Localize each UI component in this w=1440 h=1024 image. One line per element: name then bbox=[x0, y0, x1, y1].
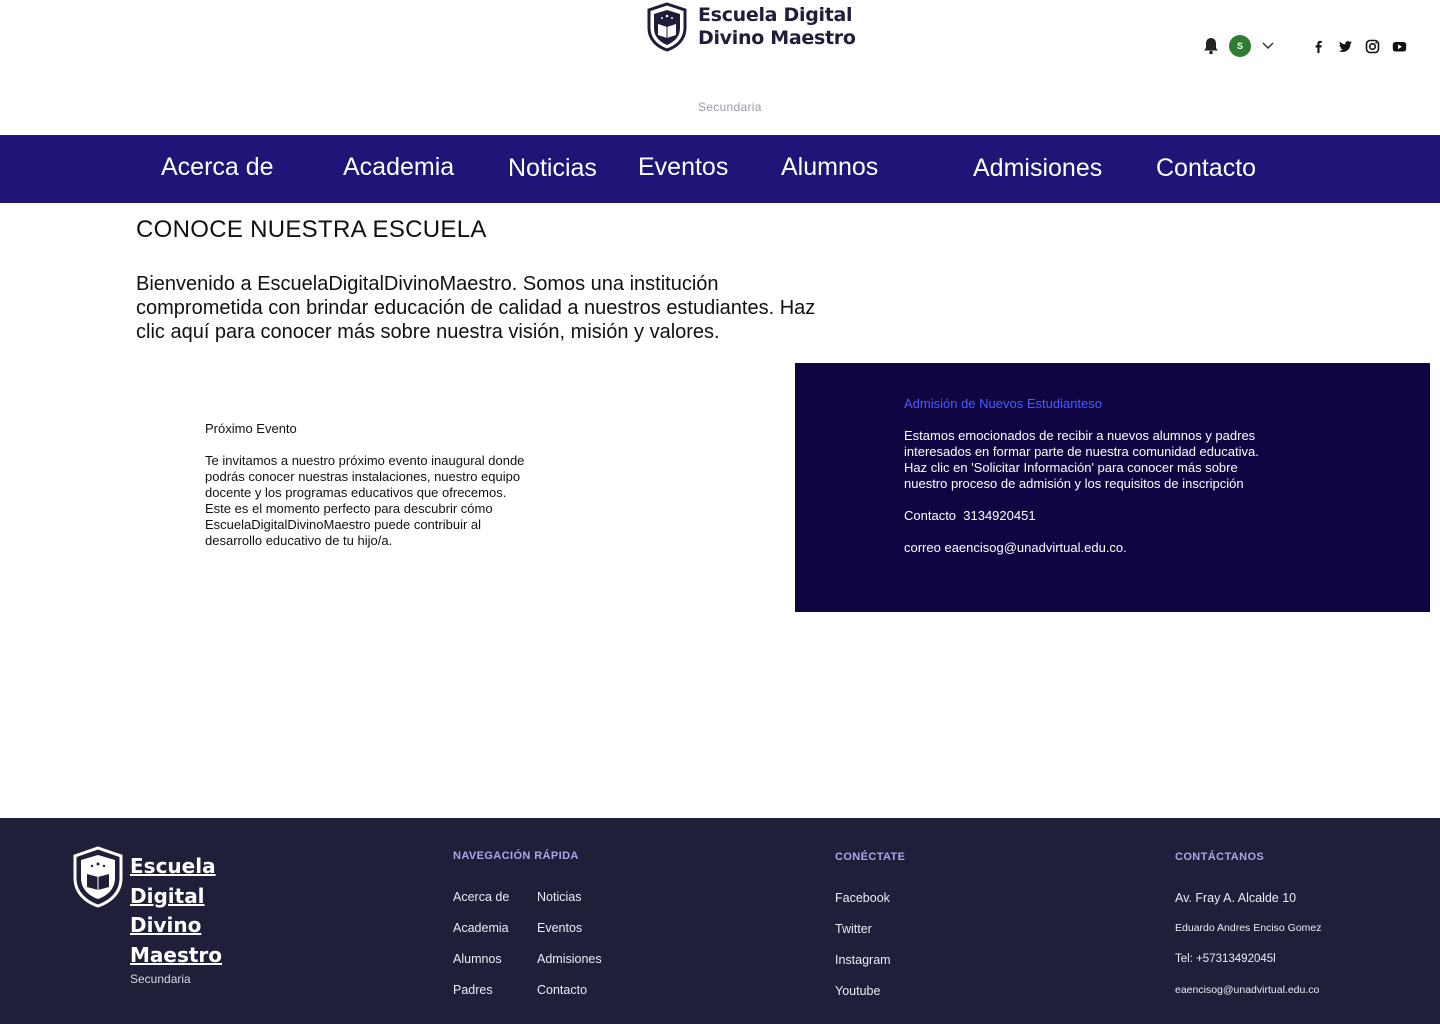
user-area: S bbox=[1203, 35, 1275, 57]
admission-body: Estamos emocionados de recibir a nuevos … bbox=[904, 428, 1259, 491]
footer-link-facebook[interactable]: Facebook bbox=[835, 891, 905, 922]
footer-contact-name: Eduardo Andres Enciso Gomez bbox=[1175, 922, 1322, 934]
nav-item-admisiones[interactable]: Admisiones bbox=[973, 154, 1102, 183]
footer-connect-column: CONÉCTATE Facebook Twitter Instagram You… bbox=[835, 851, 905, 1015]
logo-text: Escuela Digital Divino Maestro bbox=[698, 4, 856, 50]
main-nav: Acerca de Academia Noticias Eventos Alum… bbox=[0, 135, 1440, 203]
nav-item-acerca-de[interactable]: Acerca de bbox=[161, 153, 274, 182]
footer-link-noticias[interactable]: Noticias bbox=[537, 890, 627, 921]
logo-line-1: Escuela Digital bbox=[698, 4, 853, 26]
footer-name-line-1: Escuela bbox=[130, 854, 216, 878]
footer-name-line-4: Maestro bbox=[130, 942, 223, 967]
twitter-icon[interactable] bbox=[1338, 39, 1353, 54]
footer-link-twitter[interactable]: Twitter bbox=[835, 922, 905, 953]
footer-name-line-3: Divino bbox=[130, 913, 202, 937]
footer-link-eventos[interactable]: Eventos bbox=[537, 921, 627, 952]
instagram-icon[interactable] bbox=[1365, 39, 1380, 54]
footer-phone: Tel: +57313492045l bbox=[1175, 953, 1276, 965]
footer-link-contacto[interactable]: Contacto bbox=[537, 983, 627, 1014]
logo-line-2: Divino Maestro bbox=[698, 27, 856, 49]
shield-book-logo-icon bbox=[73, 846, 123, 908]
footer-link-admisiones[interactable]: Admisiones bbox=[537, 952, 627, 983]
nav-item-eventos[interactable]: Eventos bbox=[638, 153, 728, 182]
page: Escuela Digital Divino Maestro Secundari… bbox=[0, 0, 1440, 1024]
admission-panel: Admisión de Nuevos Estudianteso Estamos … bbox=[795, 363, 1430, 612]
footer-connect-heading: CONÉCTATE bbox=[835, 851, 906, 863]
footer-link-padres[interactable]: Padres bbox=[453, 983, 537, 1014]
footer-subtitle: Secundaria bbox=[130, 972, 191, 986]
admission-email: correo eaencisog@unadvirtual.edu.co. bbox=[904, 540, 1127, 555]
admission-title: Admisión de Nuevos Estudianteso bbox=[904, 396, 1103, 411]
footer-logo[interactable]: Escuela Digital Divino Maestro Secundari… bbox=[72, 846, 222, 986]
event-section: Próximo Evento Te invitamos a nuestro pr… bbox=[205, 421, 535, 549]
nav-item-academia[interactable]: Academia bbox=[343, 153, 454, 182]
footer-email[interactable]: eaencisog@unadvirtual.edu.co bbox=[1175, 984, 1322, 1015]
footer-link-acerca-de[interactable]: Acerca de bbox=[453, 890, 537, 921]
footer-link-instagram[interactable]: Instagram bbox=[835, 953, 905, 984]
footer-link-academia[interactable]: Academia bbox=[453, 921, 537, 952]
chevron-down-icon[interactable] bbox=[1261, 39, 1275, 53]
footer-link-alumnos[interactable]: Alumnos bbox=[453, 952, 537, 983]
event-body: Te invitamos a nuestro próximo evento in… bbox=[205, 453, 525, 548]
footer-link-youtube[interactable]: Youtube bbox=[835, 984, 905, 1015]
footer-name-line-2: Digital bbox=[130, 883, 205, 908]
bell-icon[interactable] bbox=[1203, 37, 1219, 55]
social-links bbox=[1311, 39, 1407, 54]
footer: Escuela Digital Divino Maestro Secundari… bbox=[0, 818, 1440, 1024]
intro-text[interactable]: Bienvenido a EscuelaDigitalDivinoMaestro… bbox=[136, 272, 836, 344]
site-subtitle: Secundaria bbox=[698, 100, 762, 114]
page-title: CONOCE NUESTRA ESCUELA bbox=[136, 216, 487, 243]
nav-item-contacto[interactable]: Contacto bbox=[1156, 154, 1256, 183]
avatar[interactable]: S bbox=[1229, 35, 1251, 57]
youtube-icon[interactable] bbox=[1392, 39, 1407, 54]
admission-contact: Contacto 3134920451 bbox=[904, 508, 1036, 523]
footer-contact-heading: CONTÁCTANOS bbox=[1175, 851, 1265, 863]
event-title: Próximo Evento bbox=[205, 421, 297, 436]
facebook-icon[interactable] bbox=[1311, 39, 1326, 54]
site-logo[interactable]: Escuela Digital Divino Maestro bbox=[646, 2, 856, 52]
footer-nav-column: NAVEGACIÓN RÁPIDA Acerca de Noticias Aca… bbox=[453, 850, 627, 1014]
nav-item-noticias[interactable]: Noticias bbox=[508, 154, 597, 183]
nav-item-alumnos[interactable]: Alumnos bbox=[781, 153, 878, 182]
footer-address: Av. Fray A. Alcalde 10 bbox=[1175, 891, 1297, 905]
shield-book-logo-icon bbox=[647, 2, 687, 52]
footer-contact-column: CONTÁCTANOS Av. Fray A. Alcalde 10 Eduar… bbox=[1175, 851, 1322, 1015]
footer-nav-heading: NAVEGACIÓN RÁPIDA bbox=[453, 850, 579, 862]
